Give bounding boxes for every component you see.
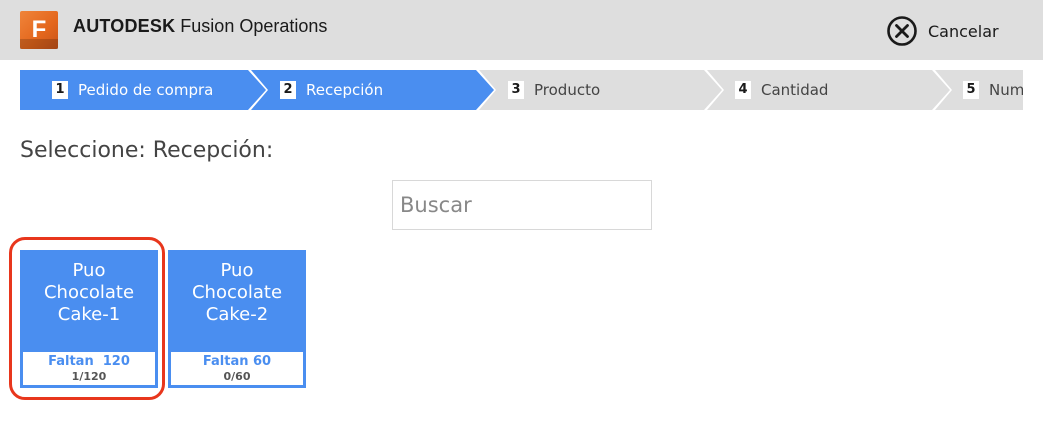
app-title: AUTODESK Fusion Operations — [73, 16, 327, 37]
close-circle-icon — [887, 16, 917, 46]
step-4-cantidad[interactable]: 4 Cantidad — [735, 70, 828, 110]
cancel-label: Cancelar — [928, 21, 999, 41]
step-number: 2 — [280, 81, 296, 99]
received-progress: 1/120 — [71, 370, 107, 383]
step-1-pedido[interactable]: 1 Pedido de compra — [52, 70, 213, 110]
card-name-line: Puo — [220, 260, 254, 281]
step-label: Recepción — [306, 81, 384, 99]
card-name-line: Chocolate — [191, 282, 283, 303]
step-5-numero[interactable]: 5 Num — [963, 70, 1023, 110]
card-name: Puo Chocolate Cake-2 — [168, 260, 306, 326]
brand-name: AUTODESK — [73, 16, 176, 36]
step-label: Cantidad — [761, 81, 829, 99]
step-label: Num — [989, 81, 1023, 99]
step-label: Pedido de compra — [78, 81, 214, 99]
remaining-quantity: Faltan 60 — [202, 354, 272, 369]
page-title: Seleccione: Recepción: — [20, 138, 274, 163]
product-name: Fusion Operations — [180, 16, 328, 36]
card-name: Puo Chocolate Cake-1 — [20, 260, 158, 326]
cancel-button[interactable]: Cancelar — [886, 15, 999, 47]
remaining-quantity: Faltan 120 — [48, 354, 130, 369]
app-header: F AUTODESK Fusion Operations Cancelar — [0, 0, 1043, 60]
search-input[interactable] — [392, 180, 652, 230]
card-name-line: Chocolate — [43, 282, 135, 303]
card-name-line: Puo — [72, 260, 106, 281]
wizard-steps: 1 Pedido de compra 2 Recepción 3 Product… — [20, 70, 1023, 110]
step-label: Producto — [534, 81, 601, 99]
received-progress: 0/60 — [223, 370, 251, 383]
step-2-recepcion[interactable]: 2 Recepción — [280, 70, 383, 110]
reception-card-1[interactable]: Puo Chocolate Cake-1 Faltan 120 1/120 — [20, 250, 158, 388]
step-number: 4 — [735, 81, 751, 99]
logo-letter: F — [31, 16, 47, 43]
card-name-line: Cake-2 — [205, 304, 269, 325]
card-footer: Faltan 60 0/60 — [171, 352, 303, 385]
card-footer: Faltan 120 1/120 — [23, 352, 155, 385]
step-number: 5 — [963, 81, 979, 99]
step-number: 3 — [508, 81, 524, 99]
fusion-logo-icon: F — [20, 11, 58, 49]
step-3-producto[interactable]: 3 Producto — [508, 70, 600, 110]
card-name-line: Cake-1 — [57, 304, 121, 325]
reception-card-2[interactable]: Puo Chocolate Cake-2 Faltan 60 0/60 — [168, 250, 306, 388]
step-number: 1 — [52, 81, 68, 99]
